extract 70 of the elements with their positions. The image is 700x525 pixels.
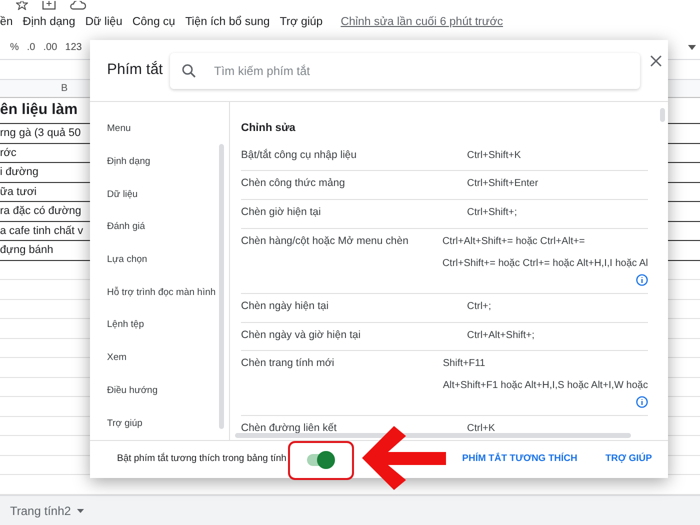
- top-menu-entry[interactable]: Công cụ: [132, 14, 176, 32]
- shortcut-keys: Alt+Shift+F1 hoặc Alt+H,I,S hoặc Alt+I,W hoặc: [442, 378, 648, 394]
- category-tab[interactable]: Lựa chọn: [107, 244, 229, 277]
- cell-text: đựng bánh: [0, 243, 54, 258]
- toggle-label: Bật phím tắt tương thích trong bảng tính: [117, 452, 288, 466]
- top-menu-entry[interactable]: ền: [0, 14, 13, 32]
- shortcut-keys: Ctrl+K: [467, 421, 648, 436]
- dialog-title: Phím tắt: [107, 60, 164, 80]
- category-tab[interactable]: Lệnh tệp: [107, 309, 229, 342]
- folder-icon[interactable]: [42, 1, 56, 10]
- info-icon[interactable]: [636, 274, 648, 286]
- cell-text: ên liệu làm: [0, 100, 78, 120]
- toolbar-button[interactable]: 123: [65, 40, 82, 55]
- toolbar-button[interactable]: .0: [26, 40, 36, 55]
- cloud-icon[interactable]: [70, 1, 86, 10]
- category-tab[interactable]: Định dạng: [107, 146, 229, 178]
- close-icon[interactable]: [650, 54, 662, 66]
- shortcut-keys: Ctrl+Shift+Enter: [467, 176, 648, 192]
- scrollbar-thumb[interactable]: [219, 144, 224, 429]
- shortcut-action: Chèn trang tính mới: [241, 356, 336, 372]
- category-tab[interactable]: Đánh giá: [107, 211, 229, 244]
- toolbar-button[interactable]: .00: [43, 40, 58, 55]
- column-header[interactable]: B: [0, 81, 68, 96]
- shortcut-keys: Ctrl+Shift+K: [467, 148, 648, 162]
- category-tab[interactable]: Dữ liệu: [107, 178, 229, 212]
- shortcut-keys: Ctrl+;: [467, 298, 648, 314]
- toolbar-button[interactable]: %: [10, 40, 19, 55]
- category-tab[interactable]: Menu: [107, 113, 229, 146]
- category-tab[interactable]: Xem: [107, 342, 229, 375]
- shortcut-action: Chèn công thức mảng: [241, 176, 346, 192]
- scrollbar-thumb[interactable]: [660, 108, 665, 122]
- shortcut-action: Bật/tắt công cụ nhập liệu: [241, 148, 358, 162]
- info-icon[interactable]: [636, 396, 648, 408]
- shortcut-action: Chèn hàng/cột hoặc Mở menu chèn: [241, 234, 410, 249]
- shortcut-action: Chèn giờ hiện tại: [241, 205, 322, 220]
- cell-text: a cafe tinh chất v: [0, 224, 84, 238]
- shortcut-action: Chèn đường liên kết: [241, 421, 338, 436]
- top-menu-entry[interactable]: Trợ giúp: [280, 14, 323, 32]
- top-menu-entry[interactable]: Tiện ích bổ sung: [185, 14, 270, 32]
- cell-text: i đường: [0, 165, 38, 180]
- toggle-switch[interactable]: [307, 454, 333, 466]
- last-edit-link[interactable]: Chỉnh sửa lần cuối 6 phút trước: [340, 14, 504, 32]
- scrollbar-thumb[interactable]: [235, 433, 631, 438]
- search-input[interactable]: Tìm kiếm phím tắt: [214, 62, 628, 80]
- top-menu-entry[interactable]: Dữ liệu: [85, 14, 122, 32]
- cell-text: rng gà (3 quả 50: [0, 126, 81, 141]
- shortcut-keys: Ctrl+Alt+Shift+;: [467, 328, 648, 342]
- category-tab[interactable]: Trợ giúp: [107, 407, 229, 440]
- category-tab[interactable]: Điều hướng: [107, 374, 229, 408]
- caret-icon[interactable]: [76, 508, 84, 512]
- shortcut-keys: Shift+F11: [442, 356, 648, 372]
- shortcut-keys: Ctrl+Shift+= hoặc Ctrl+= hoặc Alt+H,I,I hoặc Al: [442, 256, 648, 271]
- star-icon[interactable]: [16, 1, 28, 10]
- footer-button[interactable]: PHÍM TẮT TƯƠNG THÍCH: [462, 452, 578, 467]
- shortcut-action: Chèn ngày hiện tại: [241, 298, 330, 314]
- top-menu-entry[interactable]: Định dạng: [22, 14, 76, 32]
- sheet-tab[interactable]: Trang tính2: [10, 502, 71, 520]
- section-title: Chỉnh sửa: [241, 121, 296, 136]
- shortcut-keys: Ctrl+Shift+;: [467, 205, 648, 220]
- shortcut-action: Chèn ngày và giờ hiện tại: [241, 328, 362, 342]
- caret-icon[interactable]: [688, 45, 696, 50]
- cell-text: rớc: [0, 146, 16, 160]
- cell-text: ữa tươi: [0, 184, 37, 200]
- highlight-frame: [288, 441, 354, 480]
- footer-button[interactable]: TRỢ GIÚP: [605, 452, 652, 467]
- search-icon: [182, 64, 196, 78]
- search-field[interactable]: Tìm kiếm phím tắt: [170, 52, 640, 88]
- shortcut-keys: Ctrl+Alt+Shift+= hoặc Ctrl+Alt+=: [442, 234, 648, 249]
- cell-text: ra đặc có đường: [0, 204, 82, 219]
- category-tab[interactable]: Hỗ trợ trình đọc màn hình: [107, 276, 229, 310]
